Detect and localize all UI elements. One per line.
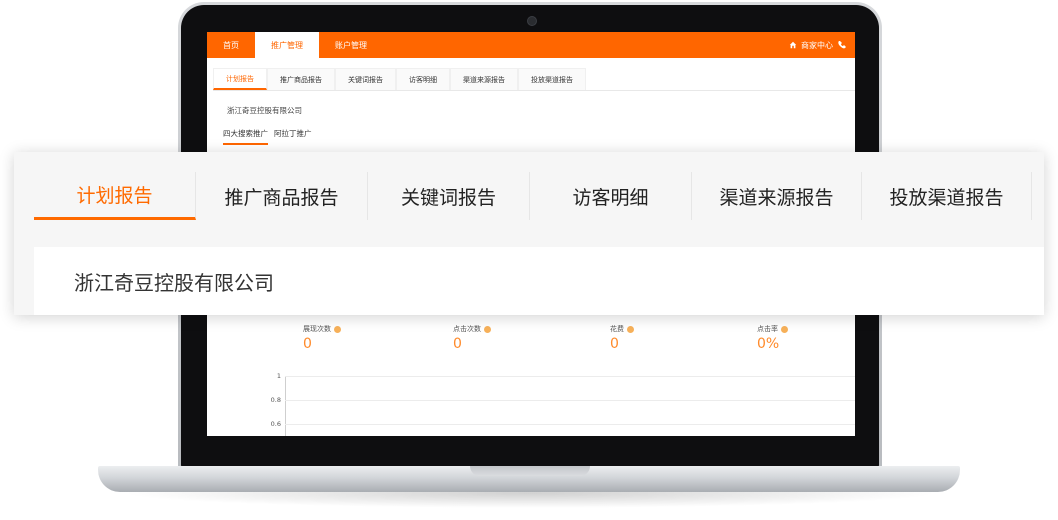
report-tabs-small: 计划报告 推广商品报告 关键词报告 访客明细 渠道来源报告 投放渠道报告	[213, 68, 855, 91]
y-tick-label: 0.6	[270, 420, 281, 428]
metric-clicks: 点击次数 0	[453, 324, 491, 352]
camera-icon	[527, 16, 537, 26]
tab-keyword-report[interactable]: 关键词报告	[368, 172, 530, 220]
tab-product-report[interactable]: 推广商品报告	[196, 172, 368, 220]
metric-ctr: 点击率 0%	[757, 324, 788, 352]
gridline	[285, 424, 855, 425]
help-icon[interactable]	[334, 325, 341, 333]
tab-search-promotion[interactable]: 四大搜索推广	[223, 128, 268, 145]
metric-label: 花费	[610, 325, 624, 333]
tab-plan-report[interactable]: 计划报告	[34, 172, 196, 220]
metric-label: 点击率	[757, 325, 778, 333]
laptop-notch	[470, 466, 590, 476]
home-icon	[789, 41, 797, 49]
y-axis	[285, 376, 286, 436]
metric-label: 展现次数	[303, 325, 331, 333]
phone-icon[interactable]	[837, 40, 847, 50]
tab-product-report-small[interactable]: 推广商品报告	[267, 68, 335, 90]
company-name: 浙江奇豆控股有限公司	[34, 247, 1044, 315]
help-icon[interactable]	[627, 325, 634, 333]
metric-cost: 花费 0	[610, 324, 634, 352]
top-nav-right: 商家中心	[789, 32, 847, 58]
metrics-row: 展现次数 0 点击次数 0 花费 0 点击率 0%	[207, 324, 855, 364]
metric-value: 0	[610, 336, 619, 352]
trend-chart: 1 0.8 0.6	[257, 370, 855, 436]
metric-value: 0	[453, 336, 462, 352]
y-tick-label: 0.8	[270, 396, 281, 404]
tab-delivery-channel-report-small[interactable]: 投放渠道报告	[518, 68, 586, 90]
company-name-small: 浙江奇豆控股有限公司	[227, 106, 302, 115]
metric-value: 0%	[757, 336, 780, 352]
help-icon[interactable]	[781, 325, 788, 333]
y-tick-label: 1	[276, 372, 281, 380]
metric-impressions: 展现次数 0	[303, 324, 341, 352]
zoom-callout: 计划报告 推广商品报告 关键词报告 访客明细 渠道来源报告 投放渠道报告 浙江奇…	[14, 152, 1044, 315]
tab-keyword-report-small[interactable]: 关键词报告	[335, 68, 396, 90]
tab-plan-report-small[interactable]: 计划报告	[213, 68, 267, 90]
report-tabs: 计划报告 推广商品报告 关键词报告 访客明细 渠道来源报告 投放渠道报告	[34, 172, 1032, 220]
gridline	[285, 400, 855, 401]
tab-delivery-channel-report[interactable]: 投放渠道报告	[862, 172, 1032, 220]
nav-home[interactable]: 首页	[207, 32, 255, 58]
tab-channel-source-report[interactable]: 渠道来源报告	[692, 172, 862, 220]
metric-value: 0	[303, 336, 312, 352]
merchant-center-link[interactable]: 商家中心	[801, 40, 833, 51]
spread-type-tabs: 四大搜索推广 阿拉丁推广	[223, 128, 855, 145]
tab-visitor-detail-small[interactable]: 访客明细	[396, 68, 450, 90]
tab-visitor-detail[interactable]: 访客明细	[530, 172, 692, 220]
metric-label: 点击次数	[453, 325, 481, 333]
nav-account-management[interactable]: 账户管理	[319, 32, 383, 58]
tab-aladdin-promotion[interactable]: 阿拉丁推广	[274, 128, 312, 145]
tab-channel-source-report-small[interactable]: 渠道来源报告	[450, 68, 518, 90]
nav-promotion-management[interactable]: 推广管理	[255, 32, 319, 58]
gridline	[285, 376, 855, 377]
top-nav: 首页 推广管理 账户管理 商家中心	[207, 32, 855, 58]
help-icon[interactable]	[484, 325, 491, 333]
